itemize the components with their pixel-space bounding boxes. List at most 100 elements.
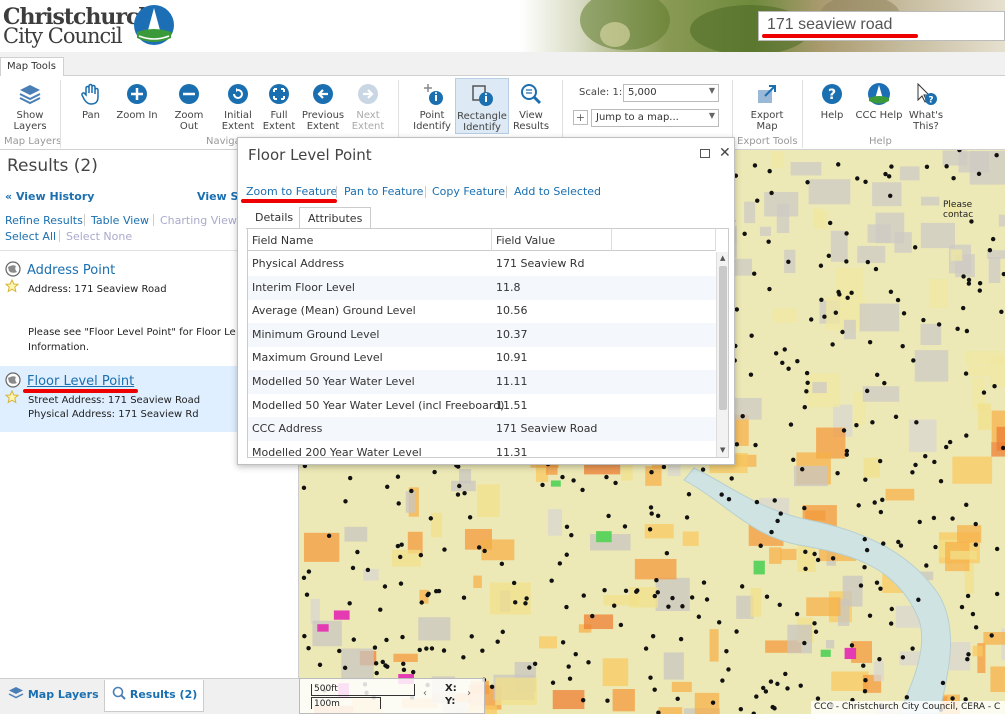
refine-results-link[interactable]: Refine Results bbox=[5, 214, 83, 227]
export-icon bbox=[758, 85, 776, 103]
result-title-address-point[interactable]: Address Point bbox=[27, 263, 115, 278]
tab-map-tools[interactable]: Map Tools bbox=[0, 57, 64, 77]
arrow-right-icon bbox=[358, 84, 378, 104]
header: Christchurch City Council 171 seaview ro… bbox=[0, 0, 1005, 52]
rectangle-identify-label2: Identify bbox=[463, 122, 501, 133]
next-extent-button[interactable]: Next Extent bbox=[348, 78, 388, 134]
cell-field-name: Modelled 50 Year Water Level (incl Freeb… bbox=[252, 398, 505, 412]
table-row[interactable]: Maximum Ground Level 10.91 bbox=[248, 346, 716, 370]
result-detail: Physical Address: 171 Seaview Rd bbox=[28, 409, 199, 420]
scrollbar-thumb[interactable] bbox=[719, 266, 727, 410]
copy-feature-link[interactable]: Copy Feature bbox=[432, 185, 505, 198]
link-separator bbox=[84, 214, 85, 226]
view-results-button[interactable]: View Results bbox=[511, 78, 551, 134]
zoom-to-feature-link[interactable]: Zoom to Feature bbox=[246, 185, 337, 198]
popup-title: Floor Level Point bbox=[248, 146, 372, 164]
table-row[interactable]: Modelled 200 Year Water Level 11.31 bbox=[248, 441, 716, 457]
attributes-rows: Physical Address 171 Seaview Rd Interim Fl… bbox=[248, 252, 716, 457]
whats-this-button[interactable]: ? What's This? bbox=[906, 78, 946, 134]
export-map-label2: Map bbox=[756, 121, 778, 132]
add-to-selected-link[interactable]: Add to Selected bbox=[514, 185, 601, 198]
tab-details[interactable]: Details bbox=[247, 207, 301, 229]
full-extent-label1: Full bbox=[270, 110, 288, 121]
group-label-map-layers: Map Layers bbox=[4, 136, 62, 147]
tab-attributes[interactable]: Attributes bbox=[299, 207, 372, 229]
table-row[interactable]: Physical Address 171 Seaview Rd bbox=[248, 252, 716, 276]
zoom-in-label: Zoom In bbox=[116, 110, 158, 121]
result-title-floor-level-point[interactable]: Floor Level Point bbox=[27, 374, 134, 389]
map-layers-tab[interactable]: Map Layers bbox=[8, 686, 99, 701]
view-history-link[interactable]: « View History bbox=[5, 190, 94, 203]
point-identify-label2: Identify bbox=[413, 121, 451, 132]
cell-field-name: Modelled 50 Year Water Level bbox=[252, 375, 415, 388]
previous-extent-button[interactable]: Previous Extent bbox=[300, 78, 346, 134]
magnifier-list-icon bbox=[521, 84, 542, 105]
scrollbar[interactable]: ▲ ▼ bbox=[716, 252, 728, 457]
initial-extent-button[interactable]: Initial Extent bbox=[218, 78, 258, 134]
add-map-icon[interactable]: + bbox=[573, 110, 588, 125]
close-icon[interactable]: ✕ bbox=[719, 145, 731, 161]
select-none-link[interactable]: Select None bbox=[66, 230, 132, 243]
help-button[interactable]: ? Help bbox=[814, 78, 850, 134]
table-row[interactable]: Modelled 50 Year Water Level (incl Freeb… bbox=[248, 394, 716, 418]
table-row[interactable]: Interim Floor Level 11.8 bbox=[248, 275, 716, 300]
scale-bar-ft: 500ft bbox=[311, 684, 415, 696]
pan-button[interactable]: Pan bbox=[72, 78, 110, 134]
scroll-down-icon[interactable]: ▼ bbox=[720, 446, 725, 454]
column-header-field-value[interactable]: Field Value bbox=[492, 229, 612, 251]
previous-extent-label2: Extent bbox=[306, 121, 340, 132]
chevron-left-icon[interactable]: ‹ bbox=[423, 688, 427, 699]
full-extent-button[interactable]: Full Extent bbox=[260, 78, 298, 134]
point-identify-icon bbox=[424, 84, 443, 105]
double-chevron-left-icon: « bbox=[5, 190, 13, 203]
next-extent-label2: Extent bbox=[351, 121, 385, 132]
maximize-icon[interactable] bbox=[700, 149, 710, 158]
pan-to-feature-link[interactable]: Pan to Feature bbox=[344, 185, 423, 198]
point-identify-button[interactable]: Point Identify bbox=[410, 78, 454, 134]
map-notice: Please contac bbox=[943, 200, 974, 220]
layers-icon bbox=[19, 85, 41, 105]
cell-field-value: 10.37 bbox=[496, 327, 528, 341]
table-row[interactable]: Minimum Ground Level 10.37 bbox=[248, 322, 716, 347]
table-view-link[interactable]: Table View bbox=[91, 214, 149, 227]
rectangle-identify-button[interactable]: Rectangle Identify bbox=[455, 78, 509, 134]
cell-field-value: 11.8 bbox=[496, 280, 521, 294]
link-separator bbox=[425, 186, 426, 198]
cell-field-name: Minimum Ground Level bbox=[252, 327, 380, 341]
full-extent-label2: Extent bbox=[262, 121, 296, 132]
y-coord-label: Y: bbox=[445, 696, 456, 707]
table-row[interactable]: Modelled 50 Year Water Level 11.11 bbox=[248, 370, 716, 394]
table-row[interactable]: Average (Mean) Ground Level 10.56 bbox=[248, 299, 716, 323]
export-map-label1: Export bbox=[750, 110, 784, 121]
chevron-right-icon[interactable]: › bbox=[467, 688, 471, 699]
star-icon[interactable] bbox=[5, 390, 19, 404]
scale-select[interactable]: 5,000 ▼ bbox=[623, 84, 719, 102]
scroll-up-icon[interactable]: ▲ bbox=[720, 254, 725, 262]
zoom-in-button[interactable]: Zoom In bbox=[114, 78, 160, 134]
help-label: Help bbox=[820, 110, 844, 121]
result-detail: Street Address: 171 Seaview Road bbox=[28, 395, 201, 406]
view-results-label1: View bbox=[519, 110, 543, 121]
results-tab-label: Results (2) bbox=[129, 688, 198, 701]
initial-extent-label2: Extent bbox=[221, 121, 255, 132]
annotation-underline-search bbox=[762, 34, 918, 38]
show-layers-button[interactable]: Show Layers bbox=[8, 78, 52, 134]
results-tab[interactable]: Results (2) bbox=[112, 686, 197, 701]
scale-bar-m-label: 100m bbox=[314, 699, 340, 709]
zoom-out-button[interactable]: Zoom Out bbox=[164, 78, 214, 134]
cell-field-value: 10.56 bbox=[496, 304, 528, 318]
chevron-down-icon: ▼ bbox=[708, 111, 715, 120]
cell-field-value: 171 Seaview Road bbox=[496, 422, 598, 436]
jump-to-map-select[interactable]: Jump to a map... ▼ bbox=[591, 109, 719, 127]
ccc-help-button[interactable]: CCC Help bbox=[854, 78, 904, 134]
column-header-empty bbox=[612, 229, 716, 251]
select-all-link[interactable]: Select All bbox=[5, 230, 56, 243]
export-map-button[interactable]: Export Map bbox=[744, 78, 790, 134]
charting-view-link[interactable]: Charting View bbox=[160, 214, 237, 227]
table-row[interactable]: CCC Address 171 Seaview Road bbox=[248, 417, 716, 442]
group-label-navigation: Naviga bbox=[206, 136, 241, 147]
arrow-left-icon bbox=[313, 84, 333, 104]
pointer-help-icon: ? bbox=[917, 82, 937, 106]
star-icon[interactable] bbox=[5, 279, 19, 293]
column-header-field-name[interactable]: Field Name bbox=[248, 229, 492, 251]
